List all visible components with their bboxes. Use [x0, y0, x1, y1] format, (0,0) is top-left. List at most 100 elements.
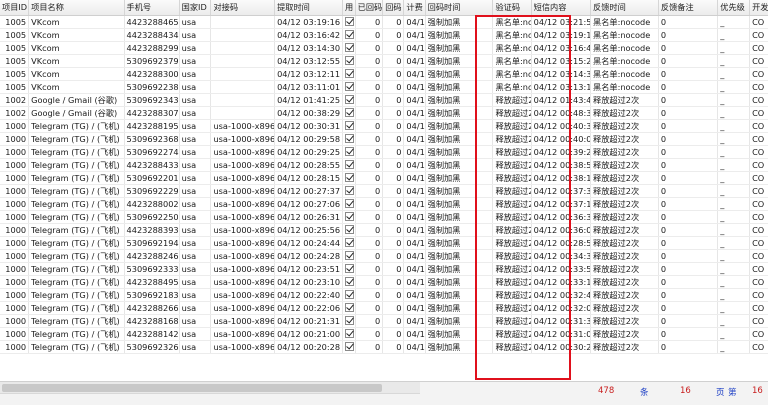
table-cell: usa-1000-x8968 — [210, 171, 276, 185]
checkbox[interactable] — [344, 211, 354, 221]
table-cell: 释放超过2次 — [492, 262, 532, 276]
table-cell: 04/12 00:21:31 — [274, 314, 343, 328]
checkbox[interactable] — [344, 120, 354, 130]
table-row[interactable]: 1005 VKcom 5309692238 usa 04/12 03:11:01 0 0 04… — [0, 80, 768, 94]
checkbox[interactable] — [344, 302, 354, 312]
checkbox[interactable] — [344, 237, 354, 247]
column-header[interactable]: 回码时间 — [425, 0, 494, 16]
table-row[interactable]: 1000 Telegram (TG) / (飞机) 5309692250 usa usa… — [0, 210, 768, 224]
checkbox[interactable] — [344, 315, 354, 325]
checkbox[interactable] — [344, 133, 354, 143]
table-cell: CO — [749, 288, 768, 302]
table-cell: 0 — [658, 314, 719, 328]
checkbox[interactable] — [344, 341, 354, 351]
table-row[interactable]: 1005 VKcom 5309692379 usa 04/12 03:12:55 0 0 04… — [0, 54, 768, 68]
table-row[interactable]: 1005 VKcom 4423288300 usa 04/12 03:12:11 0 0 04… — [0, 67, 768, 81]
table-cell: 04/12 00:20:28 — [274, 340, 343, 354]
table-cell: 5309692250 — [124, 210, 180, 224]
column-header[interactable]: 提取时间 — [274, 0, 343, 16]
table-cell: 4423288393 — [124, 223, 180, 237]
checkbox[interactable] — [344, 224, 354, 234]
checkbox[interactable] — [344, 55, 354, 65]
column-header[interactable]: 国家ID — [179, 0, 212, 16]
column-header[interactable]: 手机号 — [124, 0, 180, 16]
column-header[interactable]: 反馈备注 — [658, 0, 719, 16]
table-row[interactable]: 1000 Telegram (TG) / (飞机) 4423288266 usa usa… — [0, 301, 768, 315]
table-cell: 0 — [658, 184, 719, 198]
table-cell: 04/12 00:37:38 — [531, 184, 592, 198]
table-row[interactable]: 1000 Telegram (TG) / (飞机) 4423288168 usa usa… — [0, 314, 768, 328]
column-header[interactable]: 对接码 — [210, 0, 276, 16]
horizontal-scrollbar[interactable] — [0, 382, 420, 394]
table-row[interactable]: 1000 Telegram (TG) / (飞机) 5309692229 usa usa… — [0, 184, 768, 198]
table-cell: 4423288300 — [124, 67, 180, 81]
column-header[interactable]: 开发者 — [749, 0, 768, 16]
table-cell: 1000 — [0, 223, 30, 237]
column-header[interactable]: 用 — [342, 0, 356, 16]
table-cell: 释放超过2次 — [492, 288, 532, 302]
table-row[interactable]: 1005 VKcom 4423288465 usa 04/12 03:19:16 0 0 04… — [0, 15, 768, 29]
table-row[interactable]: 1000 Telegram (TG) / (飞机) 4423288495 usa usa… — [0, 275, 768, 289]
checkbox[interactable] — [344, 289, 354, 299]
checkbox[interactable] — [344, 276, 354, 286]
table-row[interactable]: 1000 Telegram (TG) / (飞机) 5309692274 usa usa… — [0, 145, 768, 159]
table-row[interactable]: 1000 Telegram (TG) / (飞机) 5309692333 usa usa… — [0, 262, 768, 276]
table-row[interactable]: 1000 Telegram (TG) / (飞机) 4423288195 usa usa… — [0, 119, 768, 133]
table-cell: usa-1000-x8968 — [210, 288, 276, 302]
table-row[interactable]: 1000 Telegram (TG) / (飞机) 5309692183 usa usa… — [0, 288, 768, 302]
table-row[interactable]: 1000 Telegram (TG) / (飞机) 4423288002 usa usa… — [0, 197, 768, 211]
checkbox[interactable] — [344, 328, 354, 338]
checkbox[interactable] — [344, 29, 354, 39]
table-row[interactable]: 1005 VKcom 4423288299 usa 04/12 03:14:30 0 0 04… — [0, 41, 768, 55]
table-row[interactable]: 1002 Google / Gmail (谷歌) 4423288307 usa 04/1… — [0, 106, 768, 120]
table-cell: 释放超过2次 — [590, 184, 659, 198]
checkbox[interactable] — [344, 159, 354, 169]
checkbox[interactable] — [344, 107, 354, 117]
checkbox[interactable] — [344, 263, 354, 273]
column-header[interactable]: 项目名称 — [28, 0, 125, 16]
table-cell: _ — [717, 67, 751, 81]
table-cell: CO — [749, 184, 768, 198]
scrollbar-thumb[interactable] — [2, 384, 382, 392]
checkbox[interactable] — [344, 68, 354, 78]
table-row[interactable]: 1000 Telegram (TG) / (飞机) 5309692368 usa usa… — [0, 132, 768, 146]
checkbox[interactable] — [344, 16, 354, 26]
table-row[interactable]: 1000 Telegram (TG) / (飞机) 5309692194 usa usa… — [0, 236, 768, 250]
table-cell: 1000 — [0, 314, 30, 328]
column-header[interactable]: 已回码 — [355, 0, 384, 16]
checkbox[interactable] — [344, 94, 354, 104]
column-header[interactable]: 回码 — [382, 0, 405, 16]
table-row[interactable]: 1000 Telegram (TG) / (飞机) 4423288433 usa usa… — [0, 158, 768, 172]
used-checkbox-cell — [342, 210, 356, 224]
column-header[interactable]: 优先级 — [717, 0, 751, 16]
table-row[interactable]: 1005 VKcom 4423288434 usa 04/12 03:16:42 0 0 04… — [0, 28, 768, 42]
table-row[interactable]: 1000 Telegram (TG) / (飞机) 4423288393 usa usa… — [0, 223, 768, 237]
checkbox[interactable] — [344, 42, 354, 52]
table-cell: 04/12 00:30:28 — [403, 340, 426, 354]
checkbox[interactable] — [344, 81, 354, 91]
table-row[interactable]: 1000 Telegram (TG) / (飞机) 5309692201 usa usa… — [0, 171, 768, 185]
table-cell: 释放超过2次 — [590, 223, 659, 237]
table-cell: 04/12 00:28:58 — [531, 236, 592, 250]
checkbox[interactable] — [344, 146, 354, 156]
table-cell: 强制加黑 — [425, 145, 494, 159]
table-row[interactable]: 1000 Telegram (TG) / (飞机) 4423288246 usa usa… — [0, 249, 768, 263]
table-row[interactable]: 1002 Google / Gmail (谷歌) 5309692343 usa 04/1… — [0, 93, 768, 107]
table-row[interactable]: 1000 Telegram (TG) / (飞机) 5309692326 usa usa… — [0, 340, 768, 354]
table-cell: usa — [179, 145, 212, 159]
checkbox[interactable] — [344, 172, 354, 182]
table-cell: usa — [179, 54, 212, 68]
column-header[interactable]: 项目ID — [0, 0, 30, 16]
checkbox[interactable] — [344, 185, 354, 195]
checkbox[interactable] — [344, 198, 354, 208]
checkbox[interactable] — [344, 250, 354, 260]
table-row[interactable]: 1000 Telegram (TG) / (飞机) 4423288142 usa usa… — [0, 327, 768, 341]
column-header[interactable]: 反馈时间 — [590, 0, 659, 16]
table-cell: _ — [717, 145, 751, 159]
table-cell: 强制加黑 — [425, 301, 494, 315]
table-cell: _ — [717, 249, 751, 263]
table-cell: 04/12 00:32:08 — [403, 301, 426, 315]
column-header[interactable]: 计费 — [403, 0, 426, 16]
column-header[interactable]: 短信内容 — [531, 0, 592, 16]
column-header[interactable]: 验证码 — [492, 0, 532, 16]
